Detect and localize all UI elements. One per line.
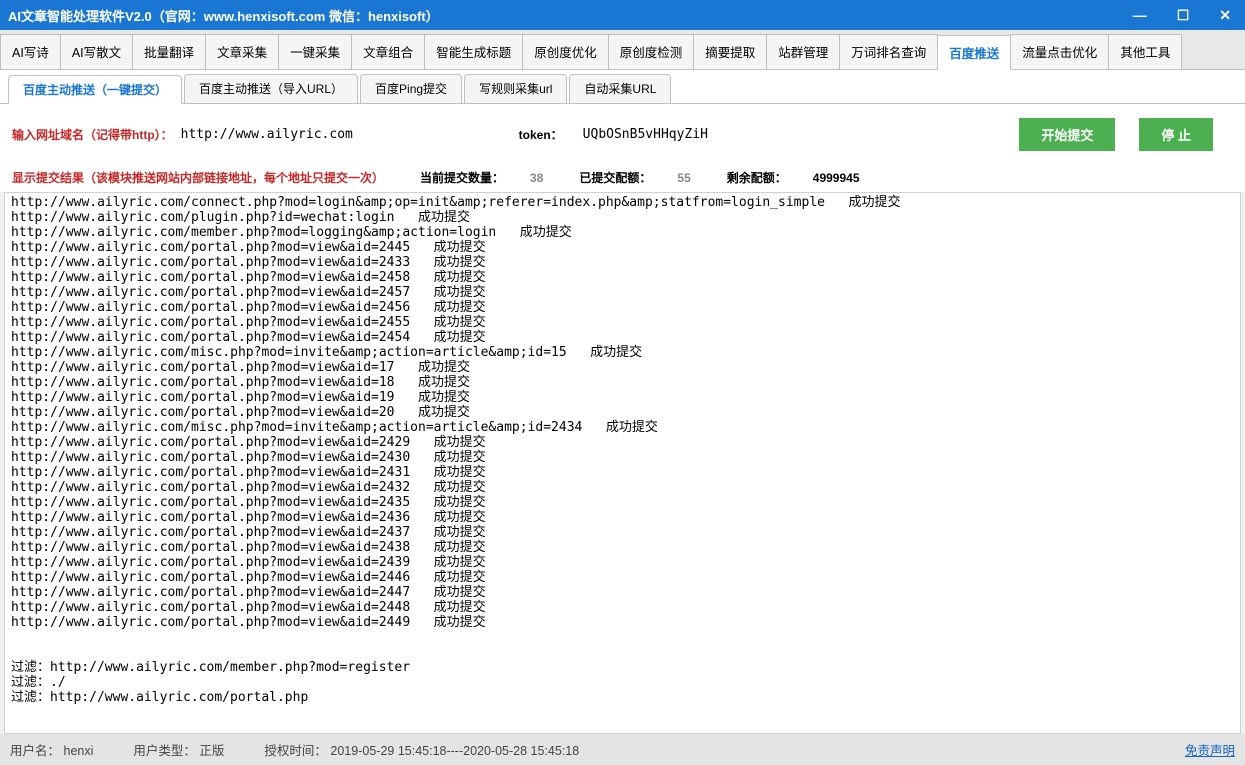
current-count-label: 当前提交数量： bbox=[420, 169, 504, 186]
sub-tab-4[interactable]: 自动采集URL bbox=[569, 74, 671, 103]
main-tab-11[interactable]: 万词排名查询 bbox=[839, 34, 938, 69]
main-tab-6[interactable]: 智能生成标题 bbox=[424, 34, 523, 69]
maximize-icon[interactable]: ☐ bbox=[1171, 5, 1196, 26]
main-tab-5[interactable]: 文章组合 bbox=[351, 34, 425, 69]
main-tab-7[interactable]: 原创度优化 bbox=[522, 34, 609, 69]
main-tab-1[interactable]: AI写散文 bbox=[60, 34, 133, 69]
submitted-quota-value: 55 bbox=[677, 171, 690, 185]
username-value: henxi bbox=[64, 744, 94, 758]
stop-button[interactable]: 停 止 bbox=[1139, 118, 1213, 151]
sub-tab-1[interactable]: 百度主动推送（导入URL） bbox=[184, 74, 358, 103]
sub-tab-3[interactable]: 写规则采集url bbox=[464, 74, 567, 103]
status-bar: 用户名： henxi 用户类型： 正版 授权时间： 2019-05-29 15:… bbox=[0, 734, 1245, 765]
authtime-value: 2019-05-29 15:45:18----2020-05-28 15:45:… bbox=[330, 744, 579, 758]
window-titlebar: AI文章智能处理软件V2.0（官网：www.henxisoft.com 微信：h… bbox=[0, 0, 1245, 30]
main-tab-8[interactable]: 原创度检测 bbox=[608, 34, 695, 69]
sub-tab-bar: 百度主动推送（一键提交）百度主动推送（导入URL）百度Ping提交写规则采集ur… bbox=[0, 70, 1245, 104]
log-textarea[interactable]: http://www.ailyric.com/connect.php?mod=l… bbox=[5, 193, 1240, 733]
remaining-quota-value: 4999945 bbox=[813, 171, 860, 185]
main-tab-4[interactable]: 一键采集 bbox=[278, 34, 352, 69]
sub-tab-0[interactable]: 百度主动推送（一键提交） bbox=[8, 75, 182, 104]
submitted-quota-label: 已提交配额： bbox=[579, 169, 651, 186]
disclaimer-link[interactable]: 免责声明 bbox=[1185, 740, 1235, 759]
token-label: token： bbox=[519, 126, 563, 143]
main-tab-13[interactable]: 流量点击优化 bbox=[1010, 34, 1109, 69]
domain-label: 输入网址域名（记得带http）： bbox=[12, 126, 173, 143]
main-tab-2[interactable]: 批量翻译 bbox=[132, 34, 206, 69]
minimize-icon[interactable]: — bbox=[1127, 5, 1153, 26]
main-tab-14[interactable]: 其他工具 bbox=[1108, 34, 1182, 69]
token-value: UQbOSnB5vHHqyZiH bbox=[583, 127, 708, 142]
username-label: 用户名： bbox=[10, 744, 60, 758]
usertype-label: 用户类型： bbox=[133, 744, 196, 758]
domain-input[interactable] bbox=[181, 127, 401, 142]
current-count-value: 38 bbox=[530, 171, 543, 185]
start-submit-button[interactable]: 开始提交 bbox=[1019, 118, 1115, 151]
main-tab-12[interactable]: 百度推送 bbox=[937, 35, 1011, 70]
main-tab-3[interactable]: 文章采集 bbox=[205, 34, 279, 69]
usertype-value: 正版 bbox=[199, 744, 224, 758]
authtime-label: 授权时间： bbox=[264, 744, 327, 758]
main-tab-bar: AI写诗AI写散文批量翻译文章采集一键采集文章组合智能生成标题原创度优化原创度检… bbox=[0, 30, 1245, 70]
main-tab-10[interactable]: 站群管理 bbox=[766, 34, 840, 69]
status-row: 显示提交结果（该模块推送网站内部链接地址，每个地址只提交一次） 当前提交数量： … bbox=[0, 165, 1245, 192]
main-tab-0[interactable]: AI写诗 bbox=[0, 34, 61, 69]
remaining-quota-label: 剩余配额： bbox=[727, 169, 787, 186]
result-label: 显示提交结果（该模块推送网站内部链接地址，每个地址只提交一次） bbox=[12, 169, 384, 186]
main-tab-9[interactable]: 摘要提取 bbox=[693, 34, 767, 69]
sub-tab-2[interactable]: 百度Ping提交 bbox=[360, 74, 462, 103]
close-icon[interactable]: ✕ bbox=[1213, 5, 1237, 26]
window-title: AI文章智能处理软件V2.0（官网：www.henxisoft.com 微信：h… bbox=[8, 6, 1127, 25]
input-row: 输入网址域名（记得带http）： token： UQbOSnB5vHHqyZiH… bbox=[0, 104, 1245, 165]
log-panel: http://www.ailyric.com/connect.php?mod=l… bbox=[4, 192, 1241, 734]
